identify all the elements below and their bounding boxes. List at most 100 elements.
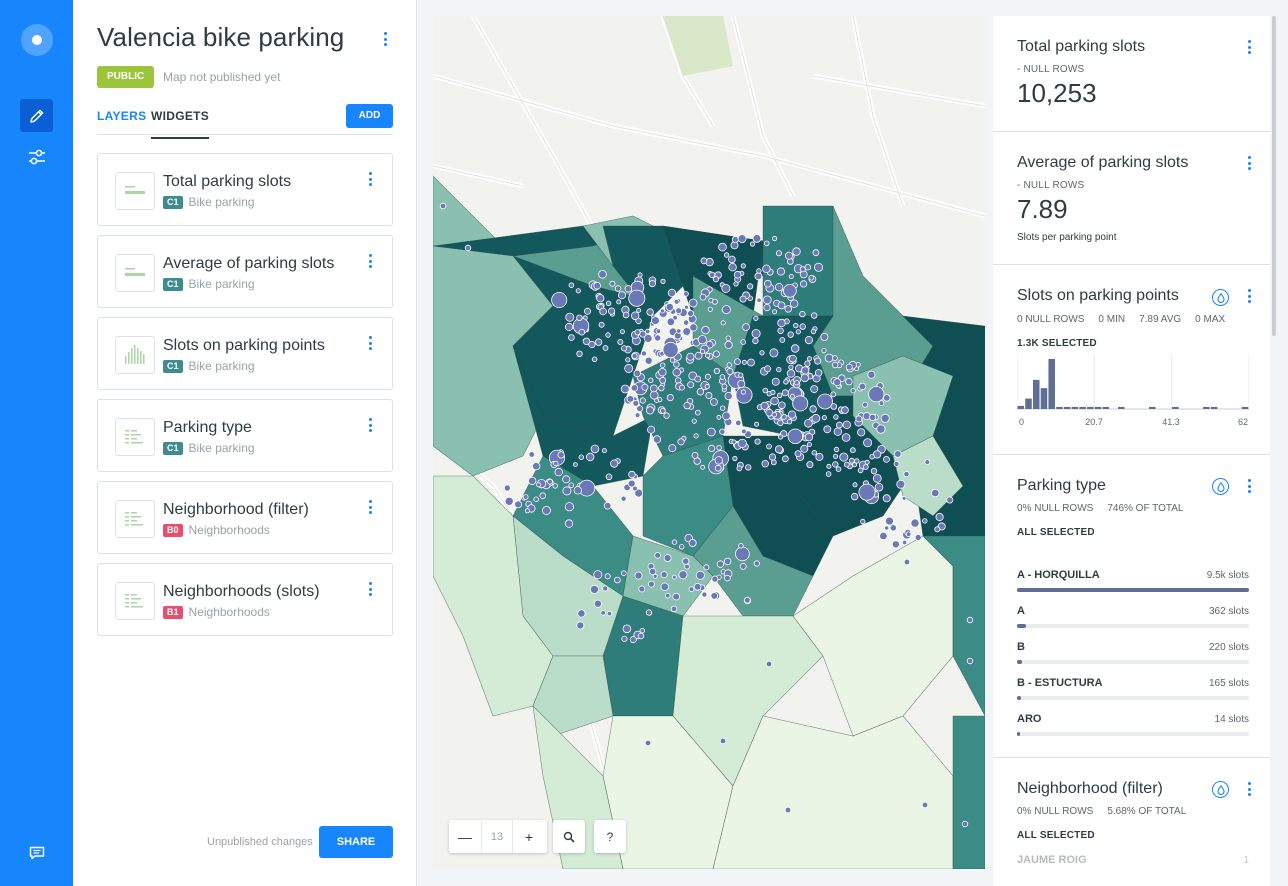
widget-card-menu-icon[interactable]: [367, 499, 373, 515]
widgets-scrollbar[interactable]: [1272, 16, 1276, 336]
histogram-bar[interactable]: [1048, 359, 1055, 409]
parking-point: [732, 455, 738, 462]
map-options-button[interactable]: [20, 140, 53, 173]
search-icon: [563, 831, 575, 843]
parking-point: [654, 552, 661, 559]
parking-point: [771, 235, 778, 242]
widget-card-menu-icon[interactable]: [367, 581, 373, 597]
category-row[interactable]: A 362 slots: [1017, 605, 1249, 631]
parking-point: [832, 461, 839, 468]
widget-menu-icon[interactable]: [1246, 289, 1252, 303]
add-widget-button[interactable]: ADD: [346, 104, 393, 128]
parking-point: [659, 407, 666, 414]
map-options-menu-icon[interactable]: [379, 30, 391, 48]
histogram-axis-label: 20.7: [1085, 417, 1103, 427]
tab-layers[interactable]: LAYERS: [97, 109, 146, 123]
parking-point: [776, 366, 782, 373]
stat-null-rows: 0% NULL ROWS: [1017, 503, 1094, 514]
parking-point: [778, 401, 786, 410]
category-value: 362 slots: [1208, 606, 1249, 617]
widget-card-title: Total parking slots: [163, 173, 292, 190]
logo-icon[interactable]: [21, 24, 53, 56]
editor-panel: Valencia bike parking PUBLIC Map not pub…: [73, 0, 417, 886]
parking-point: [804, 418, 813, 428]
histogram-bar[interactable]: [1102, 406, 1110, 409]
parking-point: [716, 560, 725, 568]
histogram-bar[interactable]: [1087, 406, 1094, 409]
widget-menu-icon[interactable]: [1246, 479, 1252, 493]
category-row[interactable]: ARO 14 slots: [1017, 713, 1249, 739]
category-row[interactable]: B 220 slots: [1017, 641, 1249, 667]
parking-point: [735, 419, 742, 427]
parking-point: [841, 433, 851, 442]
widget-card[interactable]: Parking type C1 Bike parking: [97, 399, 393, 472]
auto-style-icon[interactable]: [1212, 289, 1229, 306]
parking-point: [689, 323, 698, 332]
histogram-bar[interactable]: [1203, 406, 1210, 409]
parking-point: [769, 348, 779, 358]
histogram-bar[interactable]: [1025, 398, 1032, 409]
zoom-in-button[interactable]: +: [513, 820, 545, 853]
category-row[interactable]: B - ESTUCTURA 165 slots: [1017, 677, 1249, 703]
auto-style-icon[interactable]: [1212, 781, 1229, 798]
histogram-bar[interactable]: [1071, 406, 1079, 409]
search-button[interactable]: [553, 820, 585, 853]
parking-point: [593, 281, 602, 290]
parking-point: [814, 357, 822, 365]
histogram-bar[interactable]: [1040, 388, 1048, 409]
parking-point: [835, 421, 843, 429]
parking-point: [806, 356, 812, 362]
widget-card-menu-icon[interactable]: [367, 253, 373, 269]
histogram-bar[interactable]: [1056, 406, 1063, 409]
parking-point: [719, 374, 726, 380]
histogram-bar[interactable]: [1210, 406, 1218, 409]
parking-point: [691, 451, 699, 459]
parking-point: [542, 505, 552, 515]
widget-card-menu-icon[interactable]: [367, 171, 373, 187]
feedback-button[interactable]: [20, 836, 53, 869]
widget-card[interactable]: Neighborhood (filter) B0 Neighborhoods: [97, 481, 393, 554]
histogram-chart[interactable]: 0 20.7 41.3 62: [1017, 355, 1249, 427]
parking-point: [641, 383, 649, 391]
category-row[interactable]: A - HORQUILLA 9.5k slots: [1017, 569, 1249, 595]
parking-type-widget: Parking type 0% NULL ROWS 746% OF TOTAL …: [993, 455, 1270, 758]
share-button[interactable]: SHARE: [319, 826, 393, 858]
edit-map-button[interactable]: [20, 99, 53, 132]
tab-widgets[interactable]: WIDGETS: [151, 109, 210, 139]
histogram-bar[interactable]: [1172, 406, 1179, 409]
map-title[interactable]: Valencia bike parking: [97, 22, 344, 53]
parking-point: [737, 379, 746, 388]
parking-point: [858, 382, 867, 391]
widget-card[interactable]: Total parking slots C1 Bike parking: [97, 153, 393, 226]
widget-menu-icon[interactable]: [1246, 40, 1252, 54]
parking-point: [464, 244, 472, 252]
histogram-bar[interactable]: [1032, 379, 1040, 409]
category-widget-icon: [115, 582, 155, 620]
parking-point: [606, 610, 613, 617]
parking-point: [576, 621, 585, 630]
histogram-bar[interactable]: [1148, 406, 1156, 409]
zoom-out-button[interactable]: —: [449, 820, 481, 853]
widget-menu-icon[interactable]: [1246, 782, 1252, 796]
widget-card[interactable]: Neighborhoods (slots) B1 Neighborhoods: [97, 563, 393, 636]
parking-point: [966, 616, 974, 624]
parking-point: [811, 413, 821, 423]
histogram-bar[interactable]: [1118, 406, 1125, 409]
widget-menu-icon[interactable]: [1246, 156, 1252, 170]
widget-card[interactable]: Average of parking slots C1 Bike parking: [97, 235, 393, 308]
histogram-bar[interactable]: [1079, 406, 1086, 409]
map-canvas[interactable]: [433, 16, 985, 869]
help-button[interactable]: ?: [594, 820, 626, 853]
histogram-bar[interactable]: [1063, 406, 1071, 409]
widget-card-menu-icon[interactable]: [367, 417, 373, 433]
privacy-badge[interactable]: PUBLIC: [97, 66, 155, 88]
widget-card-menu-icon[interactable]: [367, 335, 373, 351]
widget-card[interactable]: Slots on parking points C1 Bike parking: [97, 317, 393, 390]
auto-style-icon[interactable]: [1212, 478, 1229, 495]
parking-point: [783, 379, 789, 385]
histogram-bar[interactable]: [1017, 405, 1025, 409]
histogram-bar[interactable]: [1094, 406, 1102, 409]
parking-point: [868, 413, 877, 421]
average-parking-slots-widget: Average of parking slots - NULL ROWS 7.8…: [993, 132, 1270, 265]
histogram-bar[interactable]: [1241, 406, 1249, 409]
